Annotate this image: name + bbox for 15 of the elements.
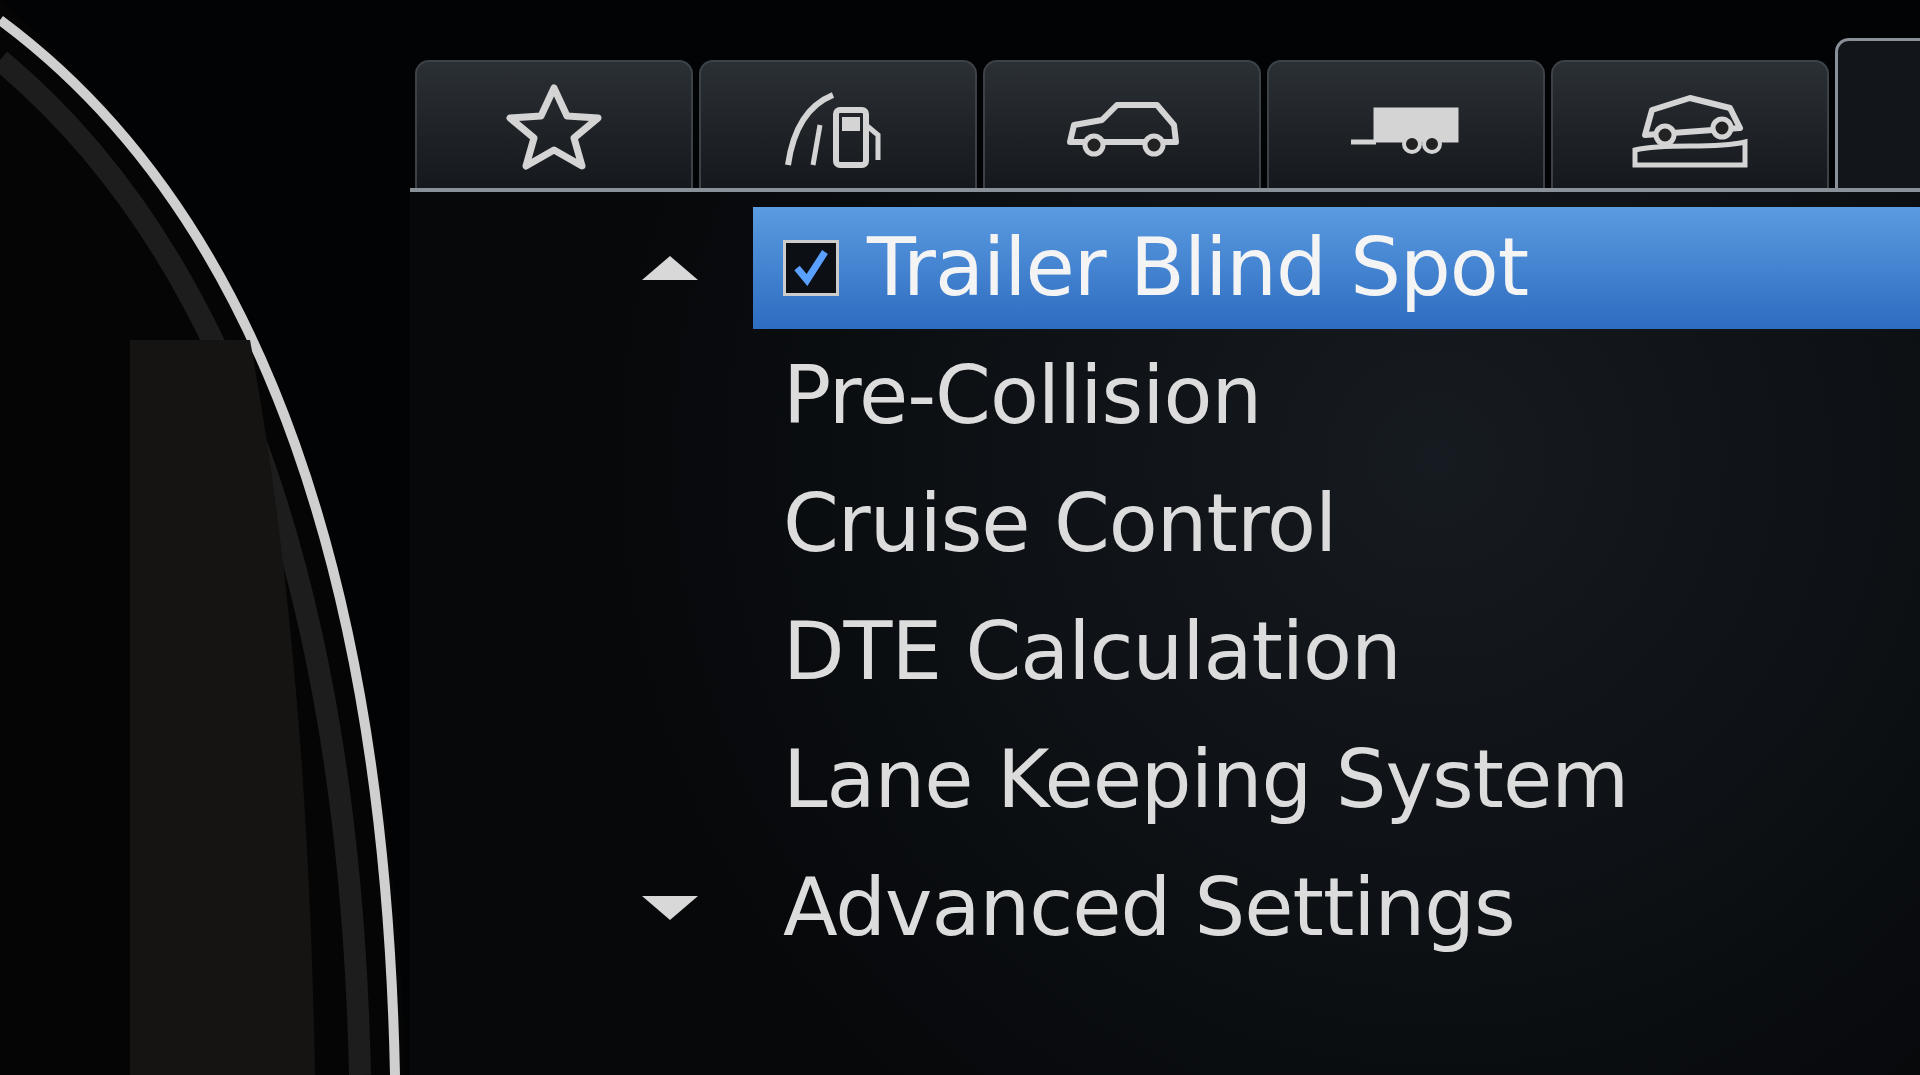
tab[interactable]: [699, 60, 977, 188]
menu-item[interactable]: DTE Calculation: [753, 591, 1920, 713]
menu-item[interactable]: Lane Keeping System: [753, 719, 1920, 841]
scroll-up-arrow-icon[interactable]: [640, 254, 700, 282]
checkbox[interactable]: [783, 240, 839, 296]
scroll-down-arrow-icon[interactable]: [640, 894, 700, 922]
tab[interactable]: [983, 60, 1261, 188]
tab[interactable]: [1267, 60, 1545, 188]
tab[interactable]: [1551, 60, 1829, 188]
tab[interactable]: [415, 60, 693, 188]
menu-item[interactable]: Advanced Settings: [753, 847, 1920, 969]
menu-item[interactable]: Pre-Collision: [753, 335, 1920, 457]
menu-item[interactable]: Trailer Blind Spot: [753, 207, 1920, 329]
menu-item-label: Trailer Blind Spot: [867, 220, 1529, 316]
menu-item[interactable]: Cruise Control: [753, 463, 1920, 585]
